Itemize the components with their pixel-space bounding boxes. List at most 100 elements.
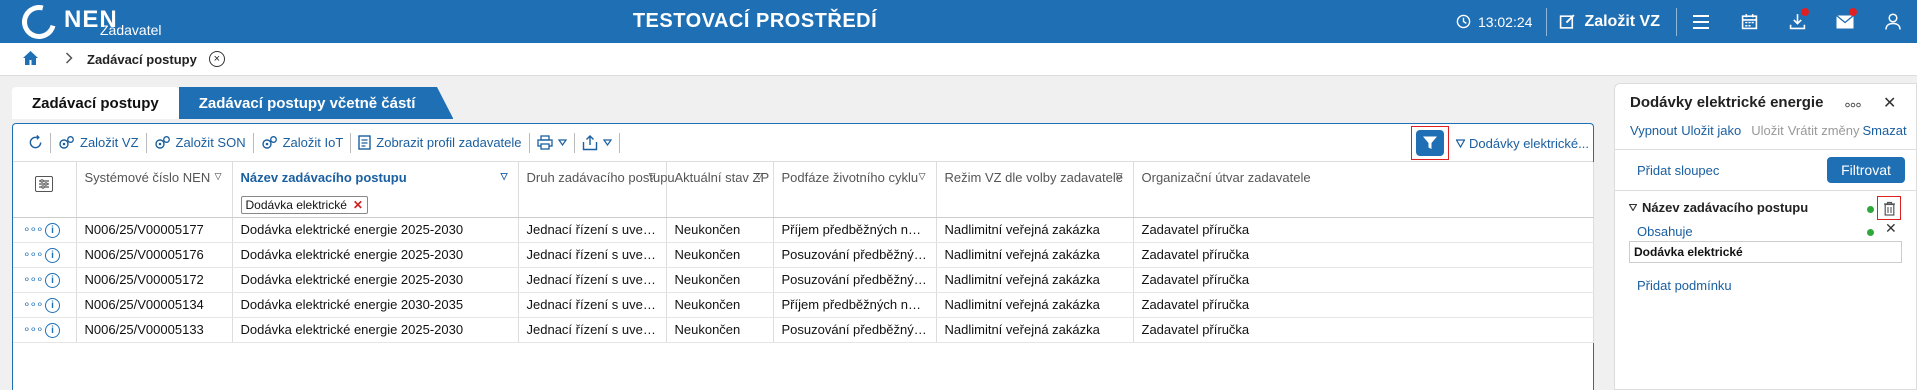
print-menu-button[interactable] <box>530 135 574 150</box>
apply-filter-button[interactable]: Filtrovat <box>1827 157 1905 183</box>
home-button[interactable] <box>22 50 39 69</box>
row-menu-icon[interactable]: ∘∘∘ <box>23 247 45 261</box>
sort-icon[interactable]: ▽ <box>649 171 656 182</box>
table-row[interactable]: ∘∘∘ i N006/25/V00005176 Dodávka elektrické … <box>13 242 1594 268</box>
print-icon <box>536 135 553 150</box>
column-header-org-unit[interactable]: Organizační útvar zadavatele <box>1133 162 1594 218</box>
delete-condition-button[interactable] <box>1877 196 1901 220</box>
org-unit-cell: Zadavatel příručka <box>1133 292 1594 318</box>
column-header-name[interactable]: Název zadávacího postupu ▽ Dodávka elektr… <box>232 162 519 218</box>
create-vz-button[interactable]: Založit VZ <box>1547 13 1676 31</box>
condition-operator[interactable]: Obsahuje <box>1637 224 1693 239</box>
org-unit-cell: Zadavatel příručka <box>1133 267 1594 293</box>
save-as-button[interactable]: Uložit jako <box>1681 123 1741 138</box>
row-menu-icon[interactable]: ∘∘∘ <box>23 322 45 336</box>
table-row[interactable]: ∘∘∘ i N006/25/V00005177 Dodávka elektrické … <box>13 217 1594 243</box>
close-panel-icon[interactable]: ✕ <box>1883 93 1896 113</box>
create-iot-button[interactable]: Založit IoT <box>254 135 351 151</box>
filter-icon <box>1423 136 1437 149</box>
add-condition-button[interactable]: Přidat podmínku <box>1637 278 1732 293</box>
lifecycle-subphase-cell: Posuzování předběžných nabí... <box>773 317 937 343</box>
row-menu-icon[interactable]: ∘∘∘ <box>23 222 45 236</box>
notification-dot <box>1849 8 1857 16</box>
dropdown-triangle-icon <box>602 139 612 146</box>
table-row[interactable]: ∘∘∘ i N006/25/V00005133 Dodávka elektrické … <box>13 317 1594 343</box>
column-header-label: Název zadávacího postupu <box>240 170 407 185</box>
column-settings-icon[interactable] <box>35 176 53 192</box>
remove-condition-icon[interactable]: ✕ <box>1885 220 1897 237</box>
sort-icon[interactable]: ▽ <box>756 171 763 182</box>
row-menu-icon[interactable]: ∘∘∘ <box>23 272 45 286</box>
row-actions-cell: ∘∘∘ i <box>13 267 77 293</box>
lifecycle-subphase-cell: Příjem předběžných nabídek <box>773 217 937 243</box>
sort-icon[interactable]: ▽ <box>215 171 222 182</box>
menu-icon <box>1693 14 1709 29</box>
notification-dot <box>1801 8 1809 16</box>
column-header-status[interactable]: Aktuální stav ZP ▽ <box>666 162 774 218</box>
tab-zadavaci-postupy-vcetne-casti[interactable]: Zadávací postupy včetně částí <box>178 87 454 119</box>
procedure-type-cell: Jednací řízení s uveřejnění... <box>518 292 667 318</box>
close-tab-icon[interactable]: × <box>208 51 225 67</box>
user-button[interactable] <box>1869 0 1917 43</box>
row-actions-cell: ∘∘∘ i <box>13 242 77 268</box>
column-header-lifecycle-subphase[interactable]: Podfáze životního cyklu ▽ <box>773 162 937 218</box>
column-header-system-number[interactable]: Systémové číslo NEN ▽ <box>76 162 233 218</box>
downloads-button[interactable] <box>1773 0 1821 43</box>
refresh-button[interactable] <box>21 135 50 150</box>
filter-toggle-button[interactable] <box>1411 126 1449 160</box>
menu-button[interactable] <box>1677 0 1725 43</box>
breadcrumb-current[interactable]: Zadávací postupy <box>87 52 197 67</box>
save-button: Uložit <box>1751 123 1784 138</box>
sort-icon[interactable]: ▽ <box>919 171 926 182</box>
messages-button[interactable] <box>1821 0 1869 43</box>
info-icon[interactable]: i <box>45 222 60 238</box>
info-icon[interactable]: i <box>45 247 60 263</box>
condition-value-input[interactable] <box>1629 241 1902 263</box>
side-panel-title: Dodávky elektrické energie <box>1630 94 1824 111</box>
add-column-button[interactable]: Přidat sloupec <box>1637 163 1719 178</box>
status-cell: Neukončen <box>666 242 774 268</box>
show-profile-button[interactable]: Zobrazit profil zadavatele <box>351 135 528 150</box>
column-header-regime[interactable]: Režim VZ dle volby zadavatele ▽ <box>936 162 1134 218</box>
status-cell: Neukončen <box>666 217 774 243</box>
column-settings-cell <box>13 162 77 218</box>
sort-icon[interactable]: ▽ <box>1116 171 1123 182</box>
column-header-procedure-type[interactable]: Druh zadávacího postupu ▽ <box>518 162 675 218</box>
tab-zadavaci-postupy[interactable]: Zadávací postupy <box>12 87 179 119</box>
breadcrumb: Zadávací postupy × <box>0 43 1917 76</box>
delete-filter-button[interactable]: Smazat <box>1862 123 1906 138</box>
gears-icon <box>154 135 170 149</box>
create-vz-toolbar-button[interactable]: Založit VZ <box>51 135 146 151</box>
condition-header[interactable]: Název zadávacího postupu <box>1629 200 1808 215</box>
export-menu-button[interactable] <box>575 134 619 151</box>
procedure-type-cell: Jednací řízení s uveřejnění... <box>518 217 667 243</box>
org-unit-cell: Zadavatel příručka <box>1133 242 1594 268</box>
filter-outline-icon <box>1456 139 1465 148</box>
create-iot-label: Založit IoT <box>282 135 344 150</box>
info-icon[interactable]: i <box>45 272 60 288</box>
create-son-button[interactable]: Založit SON <box>147 135 253 151</box>
dropdown-triangle-icon <box>557 139 567 146</box>
more-options-icon[interactable] <box>1845 96 1861 111</box>
sort-icon[interactable]: ▽ <box>501 171 508 182</box>
row-menu-icon[interactable]: ∘∘∘ <box>23 297 45 311</box>
calendar-button[interactable] <box>1725 0 1773 43</box>
system-number-cell: N006/25/V00005172 <box>76 267 233 293</box>
table-row[interactable]: ∘∘∘ i N006/25/V00005172 Dodávka elektrické … <box>13 267 1594 293</box>
export-icon <box>582 134 597 150</box>
lifecycle-subphase-cell: Posuzování předběžných nabí... <box>773 242 937 268</box>
column-header-label: Systémové číslo NEN <box>84 170 211 185</box>
disable-filter-button[interactable]: Vypnout <box>1630 123 1677 138</box>
org-unit-cell: Zadavatel příručka <box>1133 317 1594 343</box>
info-icon[interactable]: i <box>45 322 60 338</box>
column-header-label: Režim VZ dle volby zadavatele <box>944 170 1123 185</box>
active-filter-selector[interactable]: Dodávky elektrické... <box>1456 136 1589 151</box>
remove-filter-icon[interactable]: ✕ <box>353 198 363 212</box>
calendar-icon <box>1741 14 1757 30</box>
active-status-dot <box>1867 229 1874 236</box>
page-tabs: Zadávací postupy Zadávací postupy včetně… <box>12 87 454 119</box>
procurement-table: Systémové číslo NEN ▽ Název zadávacího po… <box>13 162 1594 382</box>
status-cell: Neukončen <box>666 267 774 293</box>
info-icon[interactable]: i <box>45 297 60 313</box>
table-row[interactable]: ∘∘∘ i N006/25/V00005134 Dodávka elektrické … <box>13 292 1594 318</box>
